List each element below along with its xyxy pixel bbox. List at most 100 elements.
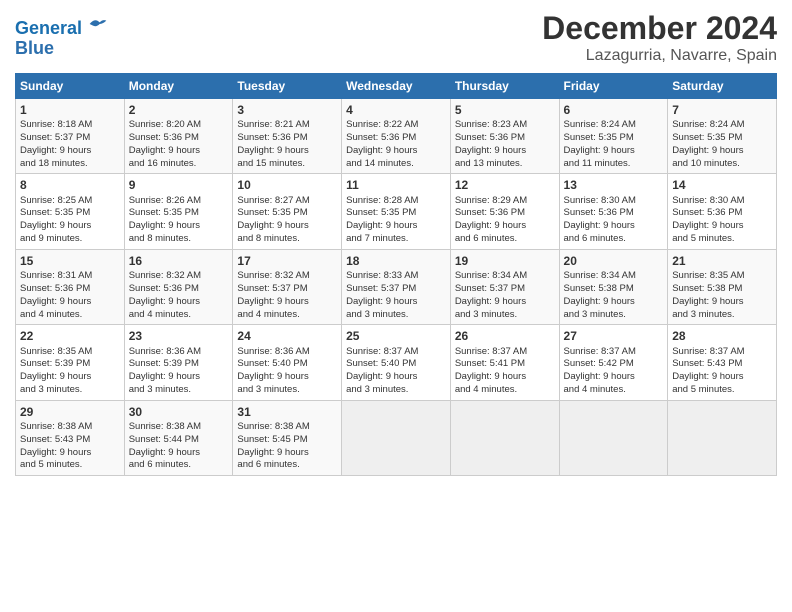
day-number: 14 [672,177,772,193]
day-info-line: Daylight: 9 hours [672,145,772,158]
logo-line2: Blue [15,39,108,59]
calendar-cell: 15Sunrise: 8:31 AMSunset: 5:36 PMDayligh… [16,249,125,324]
day-info-line: Sunset: 5:42 PM [564,358,664,371]
day-info-line: Sunset: 5:35 PM [20,207,120,220]
day-info-line: Daylight: 9 hours [129,296,229,309]
calendar-cell [559,400,668,475]
day-info-line: Sunrise: 8:37 AM [564,346,664,359]
day-number: 27 [564,328,664,344]
calendar-cell: 10Sunrise: 8:27 AMSunset: 5:35 PMDayligh… [233,174,342,249]
day-info-line: and 4 minutes. [129,309,229,322]
day-info-line: Sunrise: 8:25 AM [20,195,120,208]
day-info-line: Sunset: 5:40 PM [346,358,446,371]
day-number: 23 [129,328,229,344]
day-info-line: and 18 minutes. [20,158,120,171]
calendar-cell: 11Sunrise: 8:28 AMSunset: 5:35 PMDayligh… [342,174,451,249]
day-number: 19 [455,253,555,269]
day-info-line: Daylight: 9 hours [20,371,120,384]
calendar-cell: 9Sunrise: 8:26 AMSunset: 5:35 PMDaylight… [124,174,233,249]
day-info-line: Sunrise: 8:38 AM [129,421,229,434]
calendar-cell [342,400,451,475]
day-number: 5 [455,102,555,118]
day-number: 28 [672,328,772,344]
subtitle: Lazagurria, Navarre, Spain [542,47,777,65]
day-info-line: Sunrise: 8:36 AM [129,346,229,359]
day-info-line: Daylight: 9 hours [455,371,555,384]
calendar-cell: 24Sunrise: 8:36 AMSunset: 5:40 PMDayligh… [233,325,342,400]
day-info-line: Sunset: 5:43 PM [20,434,120,447]
day-info-line: Sunset: 5:35 PM [564,132,664,145]
day-info-line: Sunset: 5:36 PM [564,207,664,220]
day-info-line: and 6 minutes. [455,233,555,246]
day-info-line: and 7 minutes. [346,233,446,246]
day-number: 16 [129,253,229,269]
day-number: 9 [129,177,229,193]
day-info-line: and 3 minutes. [129,384,229,397]
day-info-line: Daylight: 9 hours [237,220,337,233]
day-number: 6 [564,102,664,118]
day-number: 29 [20,404,120,420]
day-info-line: and 3 minutes. [672,309,772,322]
day-info-line: and 5 minutes. [672,233,772,246]
day-info-line: Daylight: 9 hours [346,145,446,158]
day-info-line: Sunset: 5:35 PM [237,207,337,220]
day-info-line: Sunset: 5:39 PM [129,358,229,371]
logo-text: General [15,14,108,39]
calendar-cell: 7Sunrise: 8:24 AMSunset: 5:35 PMDaylight… [668,99,777,174]
day-info-line: Sunset: 5:45 PM [237,434,337,447]
calendar-cell: 5Sunrise: 8:23 AMSunset: 5:36 PMDaylight… [450,99,559,174]
day-info-line: Sunset: 5:37 PM [20,132,120,145]
header: General Blue December 2024 Lazagurria, N… [15,10,777,65]
day-info-line: and 13 minutes. [455,158,555,171]
calendar-cell: 13 Sunrise: 8:30 AMSunset: 5:36 PMDayligh… [559,174,668,249]
day-info-line: Daylight: 9 hours [346,371,446,384]
calendar-cell: 27Sunrise: 8:37 AMSunset: 5:42 PMDayligh… [559,325,668,400]
col-saturday: Saturday [668,74,777,99]
col-sunday: Sunday [16,74,125,99]
week-row-3: 15Sunrise: 8:31 AMSunset: 5:36 PMDayligh… [16,249,777,324]
main-title: December 2024 [542,10,777,47]
day-number: 2 [129,102,229,118]
day-info-line: Sunrise: 8:30 AM [564,195,664,208]
week-row-1: 1Sunrise: 8:18 AMSunset: 5:37 PMDaylight… [16,99,777,174]
day-info-line: Daylight: 9 hours [672,220,772,233]
calendar-cell: 20Sunrise: 8:34 AMSunset: 5:38 PMDayligh… [559,249,668,324]
day-info-line: Daylight: 9 hours [564,220,664,233]
day-info-line: Daylight: 9 hours [129,220,229,233]
day-number: 25 [346,328,446,344]
day-info-line: Daylight: 9 hours [129,145,229,158]
calendar-cell: 8Sunrise: 8:25 AMSunset: 5:35 PMDaylight… [16,174,125,249]
day-info-line: and 14 minutes. [346,158,446,171]
calendar-cell: 19Sunrise: 8:34 AMSunset: 5:37 PMDayligh… [450,249,559,324]
day-info-line: Sunset: 5:36 PM [672,207,772,220]
day-info-line: Sunrise: 8:23 AM [455,119,555,132]
day-info-line: and 3 minutes. [455,309,555,322]
day-info-line: and 8 minutes. [237,233,337,246]
calendar-cell: 17Sunrise: 8:32 AMSunset: 5:37 PMDayligh… [233,249,342,324]
day-number: 7 [672,102,772,118]
day-info-line: Sunset: 5:39 PM [20,358,120,371]
day-info-line: and 3 minutes. [564,309,664,322]
logo-line1: General [15,18,82,38]
week-row-4: 22Sunrise: 8:35 AMSunset: 5:39 PMDayligh… [16,325,777,400]
day-info-line: and 4 minutes. [20,309,120,322]
day-info-line: Sunrise: 8:34 AM [455,270,555,283]
day-info-line: Daylight: 9 hours [564,145,664,158]
day-info-line: and 5 minutes. [20,459,120,472]
header-row: Sunday Monday Tuesday Wednesday Thursday… [16,74,777,99]
day-info-line: Sunrise: 8:37 AM [346,346,446,359]
day-number: 13 [564,177,664,193]
day-info-line: Sunrise: 8:37 AM [672,346,772,359]
day-info-line: Daylight: 9 hours [564,296,664,309]
day-info-line: and 4 minutes. [455,384,555,397]
day-info-line: Sunrise: 8:28 AM [346,195,446,208]
day-info-line: and 6 minutes. [129,459,229,472]
day-info-line: Daylight: 9 hours [346,296,446,309]
day-info-line: Sunrise: 8:31 AM [20,270,120,283]
day-info-line: Sunrise: 8:32 AM [129,270,229,283]
calendar-cell: 30Sunrise: 8:38 AMSunset: 5:44 PMDayligh… [124,400,233,475]
day-info-line: Sunrise: 8:18 AM [20,119,120,132]
day-info-line: and 4 minutes. [564,384,664,397]
day-info-line: Daylight: 9 hours [20,296,120,309]
day-info-line: Daylight: 9 hours [672,296,772,309]
